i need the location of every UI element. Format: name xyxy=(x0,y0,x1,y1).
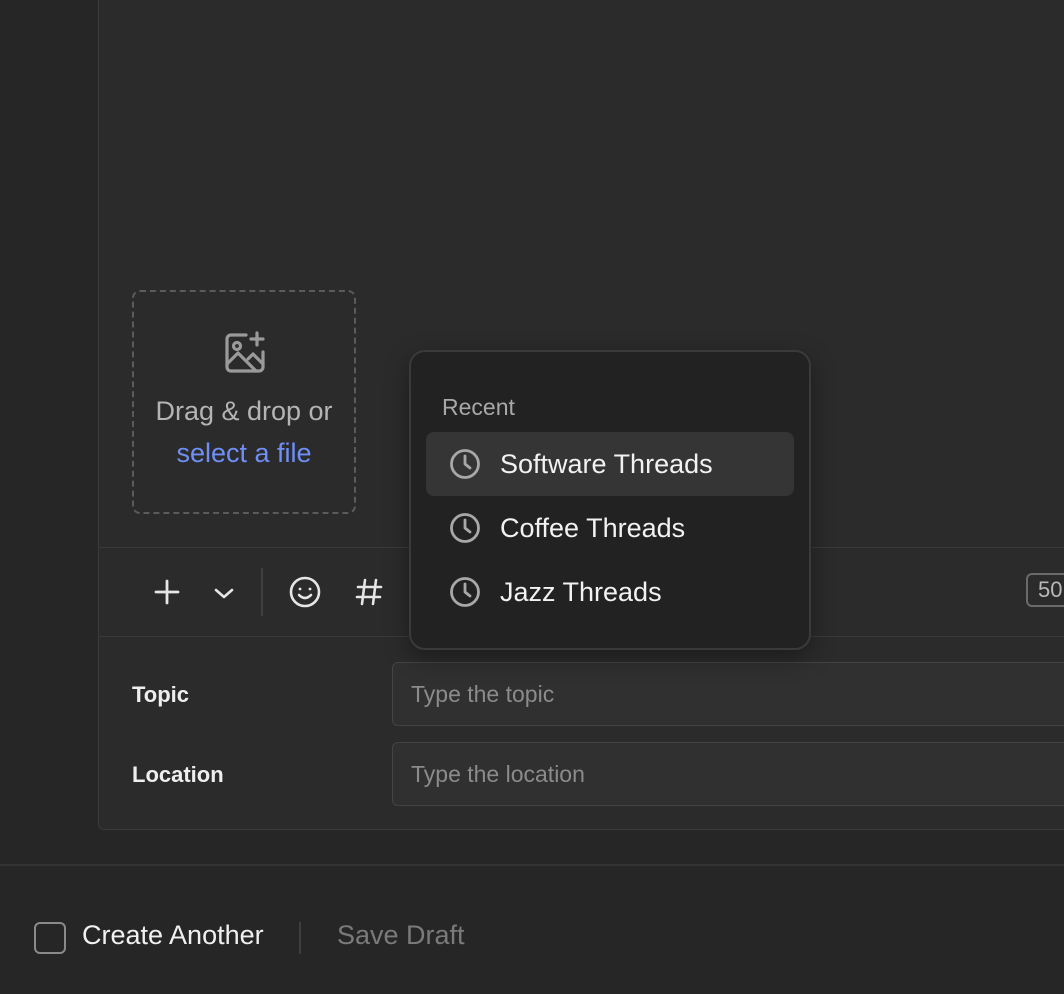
create-another-label[interactable]: Create Another xyxy=(82,920,264,951)
add-button[interactable] xyxy=(151,576,183,608)
hashtag-button[interactable] xyxy=(353,576,385,608)
dropdown-item-coffee-threads[interactable]: Coffee Threads xyxy=(426,496,794,560)
footer-separator xyxy=(299,922,301,954)
toolbar-divider xyxy=(261,568,263,616)
dropdown-item-label: Software Threads xyxy=(500,448,713,479)
save-draft-button[interactable]: Save Draft xyxy=(337,920,465,951)
location-label: Location xyxy=(132,762,224,787)
dropdown-item-software-threads[interactable]: Software Threads xyxy=(426,432,794,496)
clock-icon xyxy=(450,513,480,543)
topic-input[interactable] xyxy=(392,662,1064,726)
hashtag-icon xyxy=(355,578,383,606)
topic-label: Topic xyxy=(132,682,190,707)
file-dropzone[interactable]: Drag & drop or select a file xyxy=(132,290,356,514)
add-image-icon xyxy=(225,331,265,373)
clock-icon xyxy=(450,449,480,479)
chevron-down-icon xyxy=(214,588,234,599)
create-another-checkbox[interactable] xyxy=(34,922,66,954)
dropdown-title: Recent xyxy=(442,394,515,420)
clock-icon xyxy=(450,577,480,607)
emoji-icon xyxy=(289,576,321,608)
character-counter: 50 xyxy=(1026,573,1064,607)
select-file-link[interactable]: select a file xyxy=(134,438,354,469)
more-options-button[interactable] xyxy=(209,578,239,608)
location-input[interactable] xyxy=(392,742,1064,806)
plus-icon xyxy=(154,579,180,605)
footer-divider xyxy=(0,864,1064,866)
recent-topics-dropdown: Recent Software Threads Coffee Threads J… xyxy=(409,350,811,650)
dropdown-item-jazz-threads[interactable]: Jazz Threads xyxy=(426,560,794,624)
emoji-button[interactable] xyxy=(287,574,323,610)
drag-drop-text: Drag & drop or xyxy=(155,396,333,426)
dropdown-item-label: Jazz Threads xyxy=(500,576,662,607)
dropdown-item-label: Coffee Threads xyxy=(500,512,686,543)
